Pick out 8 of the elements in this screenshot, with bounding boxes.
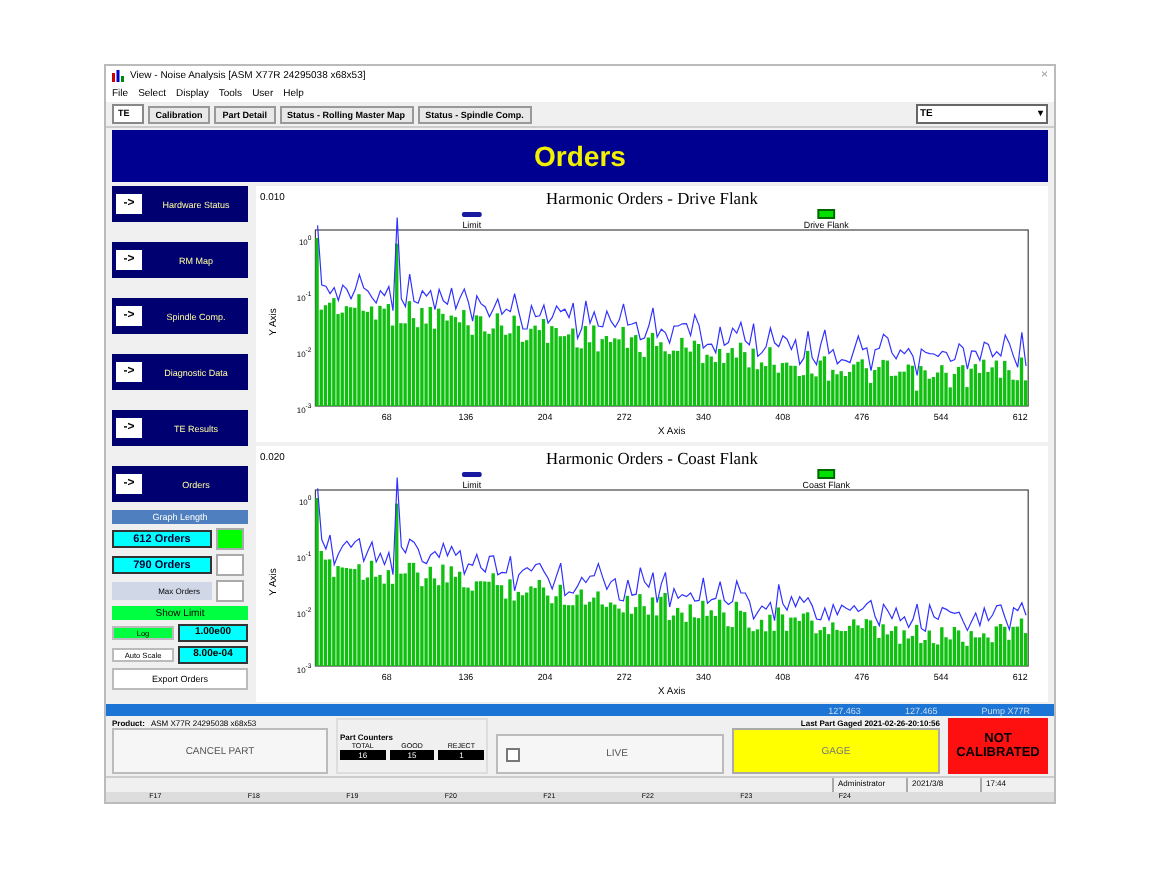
live-checkbox[interactable] [506,747,520,761]
selection-indicator[interactable] [216,580,244,602]
chart-title: Harmonic Orders - Coast Flank [546,447,758,468]
selection-indicator[interactable] [216,528,244,550]
page-title: Orders [534,140,626,172]
chart-title: Harmonic Orders - Drive Flank [546,187,758,208]
selection-indicator[interactable] [216,554,244,576]
app-icon [112,70,124,82]
